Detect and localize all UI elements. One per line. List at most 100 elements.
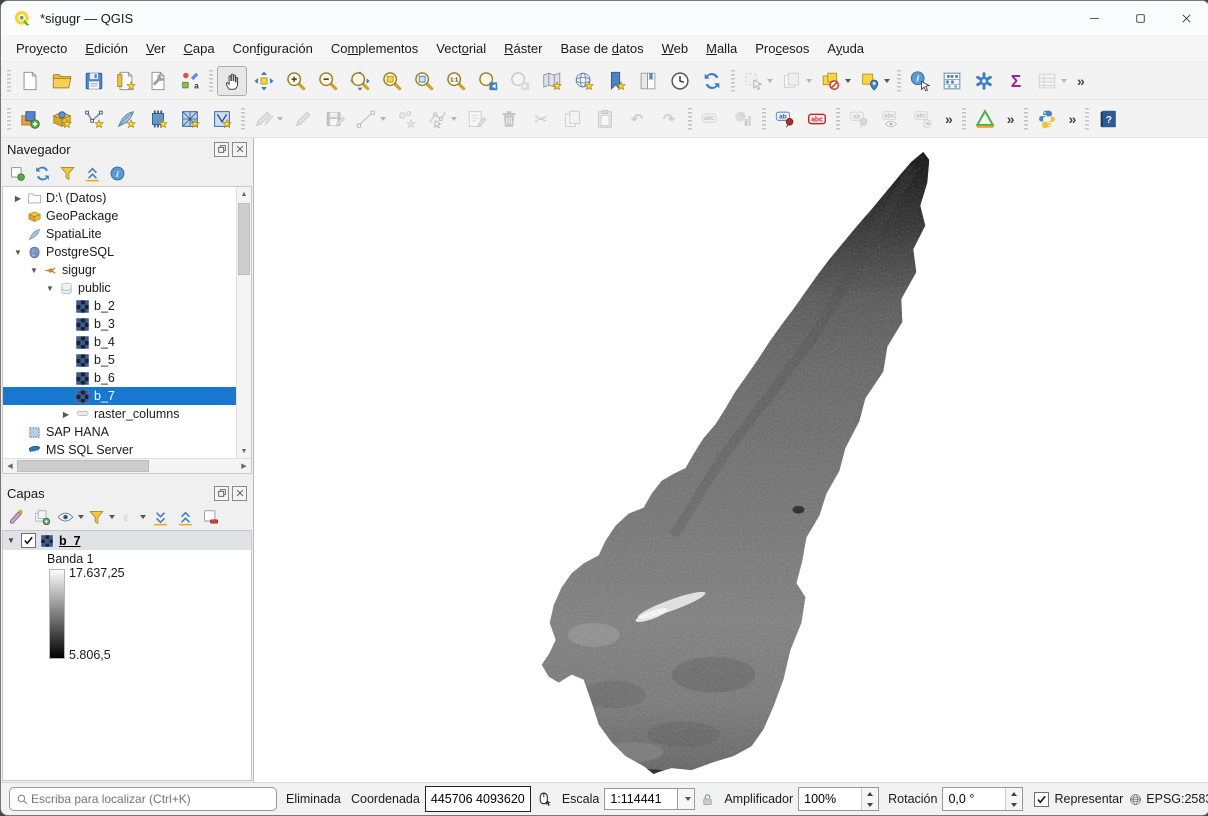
toolbar-overflow-button[interactable]: » xyxy=(939,111,959,127)
dropdown-arrow-icon[interactable] xyxy=(140,515,146,519)
browser-item-raster-columns[interactable]: ▶raster_columns xyxy=(3,405,251,423)
file-new-button[interactable] xyxy=(15,66,45,96)
scroll-left-icon[interactable]: ◀ xyxy=(3,459,17,473)
menu-edici-n[interactable]: Edición xyxy=(76,38,137,59)
dropdown-arrow-icon[interactable] xyxy=(845,79,851,83)
temporal-controller-button[interactable] xyxy=(665,66,695,96)
zoom-last-button[interactable] xyxy=(473,66,503,96)
pan-selection-button[interactable] xyxy=(249,66,279,96)
zoom-full-button[interactable] xyxy=(345,66,375,96)
layout-manager-button[interactable] xyxy=(143,66,173,96)
browser-item-sigugr[interactable]: ▼sigugr xyxy=(3,261,251,279)
layer-item-b7[interactable]: ▼ b_7 xyxy=(3,531,251,550)
scale-dropdown-button[interactable] xyxy=(677,788,695,810)
browser-horizontal-scrollbar[interactable]: ◀ ▶ xyxy=(3,458,251,473)
browser-item-b-5[interactable]: b_5 xyxy=(3,351,251,369)
browser-item-b-4[interactable]: b_4 xyxy=(3,333,251,351)
browser-item-ms-sql-server[interactable]: MS SQL Server xyxy=(3,441,251,458)
scrollbar-thumb[interactable] xyxy=(17,460,149,472)
new-map-view-button[interactable] xyxy=(537,66,567,96)
lock-icon[interactable] xyxy=(700,792,715,807)
menu-ayuda[interactable]: Ayuda xyxy=(818,38,873,59)
collapse-all-button[interactable] xyxy=(80,161,104,185)
save-button[interactable] xyxy=(79,66,109,96)
filter-legend-button[interactable] xyxy=(86,505,116,529)
help-button[interactable]: ? xyxy=(1093,104,1123,134)
data-source-manager-button[interactable] xyxy=(15,104,45,134)
browser-item-b-3[interactable]: b_3 xyxy=(3,315,251,333)
locator-input[interactable] xyxy=(29,791,270,807)
toolbar-overflow-button[interactable]: » xyxy=(1063,111,1083,127)
menu-procesos[interactable]: Procesos xyxy=(746,38,818,59)
layer-expander-icon[interactable]: ▼ xyxy=(7,536,19,545)
new-shapefile-button[interactable] xyxy=(79,104,109,134)
toolbar-grip[interactable] xyxy=(1024,108,1028,130)
dropdown-arrow-icon[interactable] xyxy=(884,79,890,83)
new-vector-button[interactable] xyxy=(207,104,237,134)
locator-search[interactable] xyxy=(9,787,277,811)
browser-item-b-6[interactable]: b_6 xyxy=(3,369,251,387)
rotation-down-button[interactable] xyxy=(1006,799,1022,810)
rotation-up-button[interactable] xyxy=(1006,788,1022,799)
toolbar-grip[interactable] xyxy=(731,70,735,92)
sum-features-button[interactable]: Σ xyxy=(1001,66,1031,96)
close-button[interactable] xyxy=(1163,1,1208,35)
zoom-in-button[interactable] xyxy=(281,66,311,96)
menu-vectorial[interactable]: Vectorial xyxy=(427,38,495,59)
scale-input[interactable] xyxy=(604,788,677,810)
scroll-up-icon[interactable]: ▲ xyxy=(237,187,251,201)
browser-item-geopackage[interactable]: GeoPackage xyxy=(3,207,251,225)
minimize-button[interactable] xyxy=(1071,1,1117,35)
menu-base-de-datos[interactable]: Base de datos xyxy=(551,38,652,59)
magnifier-down-button[interactable] xyxy=(862,799,878,810)
menu-r-ster[interactable]: Ráster xyxy=(495,38,551,59)
zoom-selection-button[interactable] xyxy=(377,66,407,96)
layer-visibility-checkbox[interactable] xyxy=(21,533,36,548)
manage-themes-button[interactable] xyxy=(55,505,85,529)
crs-status[interactable]: EPSG:25830 xyxy=(1128,792,1208,807)
show-bookmarks-button[interactable] xyxy=(633,66,663,96)
browser-item-public[interactable]: ▼public xyxy=(3,279,251,297)
refresh-button[interactable] xyxy=(30,161,54,185)
dropdown-arrow-icon[interactable] xyxy=(109,515,115,519)
menu-ver[interactable]: Ver xyxy=(137,38,175,59)
pan-hand-button[interactable] xyxy=(217,66,247,96)
scroll-right-icon[interactable]: ▶ xyxy=(237,459,251,473)
python-console-button[interactable] xyxy=(1032,104,1062,134)
toolbar-overflow-button[interactable]: » xyxy=(1071,73,1091,89)
menu-complementos[interactable]: Complementos xyxy=(322,38,427,59)
refresh-button[interactable] xyxy=(697,66,727,96)
expand-all-button[interactable] xyxy=(148,505,172,529)
browser-item-sap-hana[interactable]: SAP HANA xyxy=(3,423,251,441)
menu-configuraci-n[interactable]: Configuración xyxy=(224,38,322,59)
menu-web[interactable]: Web xyxy=(653,38,698,59)
toolbar-grip[interactable] xyxy=(962,108,966,130)
toolbar-grip[interactable] xyxy=(1085,108,1089,130)
toolbar-grip[interactable] xyxy=(688,108,692,130)
browser-item-spatialite[interactable]: SpatiaLite xyxy=(3,225,251,243)
dropdown-arrow-icon[interactable] xyxy=(380,117,386,121)
toolbar-grip[interactable] xyxy=(762,108,766,130)
browser-item-b-2[interactable]: b_2 xyxy=(3,297,251,315)
layer-name[interactable]: b_7 xyxy=(59,534,81,548)
expander-open-icon[interactable]: ▼ xyxy=(27,266,41,275)
expander-closed-icon[interactable]: ▶ xyxy=(11,194,25,203)
statistical-summary-button[interactable] xyxy=(937,66,967,96)
browser-float-button[interactable] xyxy=(214,142,229,157)
select-by-value-button[interactable] xyxy=(856,66,893,96)
toolbar-grip[interactable] xyxy=(241,108,245,130)
browser-item-d-datos-[interactable]: ▶D:\ (Datos) xyxy=(3,189,251,207)
render-checkbox-group[interactable]: Representar xyxy=(1034,792,1123,807)
dropdown-arrow-icon[interactable] xyxy=(806,79,812,83)
dropdown-arrow-icon[interactable] xyxy=(767,79,773,83)
new-geopackage-button[interactable] xyxy=(47,104,77,134)
scroll-down-icon[interactable]: ▼ xyxy=(237,444,251,458)
toolbar-overflow-button[interactable]: » xyxy=(1001,111,1021,127)
panel-splitter[interactable] xyxy=(1,474,253,482)
magnifier-up-button[interactable] xyxy=(862,788,878,799)
toolbar-grip[interactable] xyxy=(209,70,213,92)
menu-capa[interactable]: Capa xyxy=(174,38,223,59)
folder-open-button[interactable] xyxy=(47,66,77,96)
add-selected-layer-button[interactable] xyxy=(5,161,29,185)
toolbar-grip[interactable] xyxy=(836,108,840,130)
